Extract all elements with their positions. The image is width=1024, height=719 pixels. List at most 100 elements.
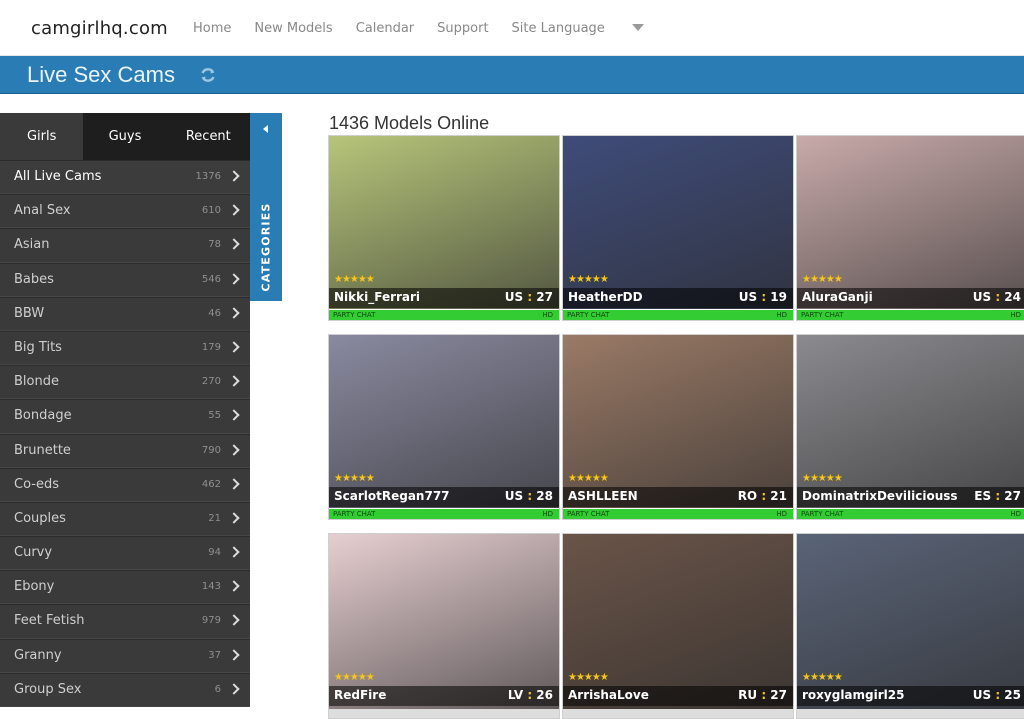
model-age: 25 bbox=[1004, 688, 1021, 702]
chevron-right-icon bbox=[228, 443, 240, 456]
tab-recent[interactable]: Recent bbox=[167, 113, 250, 160]
model-name: RedFire bbox=[334, 688, 387, 702]
collapse-arrow-icon bbox=[263, 125, 268, 133]
sidebar-item[interactable]: BBW 46 bbox=[0, 296, 250, 331]
sidebar-item[interactable]: Group Sex 6 bbox=[0, 672, 250, 707]
model-age: 26 bbox=[536, 688, 553, 702]
status-label: PARTY CHAT bbox=[567, 510, 610, 518]
tab-girls[interactable]: Girls bbox=[0, 113, 84, 160]
sidebar-item-label: Blonde bbox=[14, 374, 59, 390]
status-label: PARTY CHAT bbox=[801, 510, 844, 518]
model-name-bar: ScarlotRegan777 US : 28 bbox=[329, 487, 559, 507]
model-card[interactable]: ★★★★★ roxyglamgirl25 US : 25 bbox=[796, 533, 1024, 719]
chevron-right-icon bbox=[228, 546, 240, 558]
sidebar-item-count: 21 bbox=[208, 512, 221, 524]
sidebar-item[interactable]: Granny 37 bbox=[0, 638, 250, 673]
model-card[interactable]: ★★★★★ Nikki_Ferrari US : 27 PARTY CHAT HD bbox=[328, 135, 560, 321]
sidebar-item-count: 55 bbox=[208, 410, 221, 422]
separator: : bbox=[757, 489, 771, 503]
sidebar-item-label: Bondage bbox=[14, 408, 72, 424]
sidebar-item[interactable]: Ebony 143 bbox=[0, 570, 250, 605]
model-card[interactable]: ★★★★★ DominatrixDeviliciouss ES : 27 PARTY … bbox=[796, 334, 1024, 520]
model-age: 19 bbox=[770, 290, 787, 304]
rating-stars: ★★★★★ bbox=[334, 274, 375, 285]
hd-badge: HD bbox=[1010, 510, 1021, 518]
separator: : bbox=[523, 489, 537, 503]
sidebar-item-count: 143 bbox=[201, 581, 221, 593]
nav-calendar[interactable]: Calendar bbox=[356, 21, 414, 36]
tab-guys[interactable]: Guys bbox=[83, 113, 166, 160]
sidebar-item-label: Anal Sex bbox=[14, 203, 71, 219]
models-online-heading: 1436 Models Online bbox=[329, 113, 490, 133]
model-age: 28 bbox=[536, 489, 553, 503]
model-country-age: US : 25 bbox=[973, 688, 1021, 702]
categories-toggle[interactable]: CATEGORIES bbox=[250, 113, 282, 301]
sidebar-item[interactable]: Co-eds 462 bbox=[0, 467, 250, 502]
model-name: HeatherDD bbox=[568, 290, 643, 304]
chevron-right-icon bbox=[228, 580, 240, 592]
sidebar-item[interactable]: Curvy 94 bbox=[0, 536, 250, 571]
sidebar-item[interactable]: Anal Sex 610 bbox=[0, 194, 250, 229]
model-card[interactable]: ★★★★★ AluraGanji US : 24 PARTY CHAT HD bbox=[796, 135, 1024, 321]
model-name-bar: DominatrixDeviliciouss ES : 27 bbox=[797, 487, 1024, 507]
model-country-age: US : 24 bbox=[973, 290, 1021, 304]
model-country: US bbox=[972, 290, 992, 304]
chevron-right-icon bbox=[228, 341, 240, 353]
model-card[interactable]: ★★★★★ ScarlotRegan777 US : 28 PARTY CHAT HD bbox=[328, 334, 560, 520]
sidebar-item-label: Ebony bbox=[14, 579, 55, 595]
sidebar-item[interactable]: Feet Fetish 979 bbox=[0, 604, 250, 639]
rating-stars: ★★★★★ bbox=[568, 274, 609, 285]
page-banner: Live Sex Cams bbox=[0, 56, 1024, 94]
status-label: PARTY CHAT bbox=[333, 510, 376, 518]
chevron-right-icon bbox=[228, 204, 240, 216]
model-name-bar: AluraGanji US : 24 bbox=[797, 288, 1024, 308]
model-name-bar: Nikki_Ferrari US : 27 bbox=[329, 288, 559, 308]
rating-stars: ★★★★★ bbox=[334, 473, 375, 484]
nav-support[interactable]: Support bbox=[437, 21, 488, 36]
rating-stars: ★★★★★ bbox=[802, 672, 843, 683]
sidebar-item-label: Group Sex bbox=[14, 681, 82, 697]
sidebar-item[interactable]: All Live Cams 1376 bbox=[0, 160, 250, 195]
sidebar-item[interactable]: Big Tits 179 bbox=[0, 330, 250, 366]
nav-new-models[interactable]: New Models bbox=[254, 21, 332, 36]
sidebar-item-count: 546 bbox=[201, 273, 221, 285]
sidebar-item-count: 179 bbox=[201, 341, 221, 353]
model-card[interactable]: ★★★★★ RedFire LV : 26 bbox=[328, 533, 560, 719]
sidebar-item[interactable]: Bondage 55 bbox=[0, 399, 250, 434]
model-country: US bbox=[504, 290, 524, 304]
sidebar-item[interactable]: Babes 546 bbox=[0, 262, 250, 297]
sidebar-item[interactable]: Brunette 790 bbox=[0, 433, 250, 468]
nav-site-language-label: Site Language bbox=[511, 21, 605, 36]
model-country-age: ES : 27 bbox=[974, 489, 1021, 503]
sidebar-item[interactable]: Asian 78 bbox=[0, 228, 250, 263]
category-list: All Live Cams 1376 Anal Sex 610 Asian 78 Babes… bbox=[0, 160, 250, 707]
sidebar-item-count: 94 bbox=[208, 547, 221, 559]
rating-stars: ★★★★★ bbox=[568, 473, 609, 484]
gender-tabs: Girls Guys Recent bbox=[0, 113, 250, 160]
nav-site-language[interactable]: Site Language bbox=[512, 21, 667, 36]
rating-stars: ★★★★★ bbox=[334, 672, 375, 683]
sidebar-item-label: Curvy bbox=[14, 545, 53, 561]
model-card[interactable]: ★★★★★ HeatherDD US : 19 PARTY CHAT HD bbox=[562, 135, 794, 321]
sidebar-item-label: Asian bbox=[14, 237, 50, 253]
model-name: ASHLLEEN bbox=[568, 489, 638, 503]
refresh-icon[interactable] bbox=[199, 66, 217, 84]
separator: : bbox=[523, 688, 537, 702]
sidebar-item-label: BBW bbox=[14, 305, 45, 321]
rating-stars: ★★★★★ bbox=[802, 274, 843, 285]
site-logo[interactable]: camgirlhq.com bbox=[31, 18, 168, 39]
chevron-right-icon bbox=[228, 170, 240, 182]
nav-home[interactable]: Home bbox=[193, 21, 231, 36]
model-country-age: RU : 27 bbox=[738, 688, 787, 702]
hd-badge: HD bbox=[776, 311, 787, 319]
model-card[interactable]: ★★★★★ ArrishaLove RU : 27 bbox=[562, 533, 794, 719]
sidebar-item[interactable]: Couples 21 bbox=[0, 501, 250, 537]
model-card[interactable]: ★★★★★ ASHLLEEN RO : 21 PARTY CHAT HD bbox=[562, 334, 794, 520]
status-label: PARTY CHAT bbox=[801, 311, 844, 319]
separator: : bbox=[757, 290, 771, 304]
status-label: PARTY CHAT bbox=[567, 311, 610, 319]
hd-badge: HD bbox=[542, 311, 553, 319]
model-country-age: LV : 26 bbox=[508, 688, 553, 702]
sidebar-item[interactable]: Blonde 270 bbox=[0, 365, 250, 400]
sidebar-item-label: Granny bbox=[14, 647, 62, 663]
